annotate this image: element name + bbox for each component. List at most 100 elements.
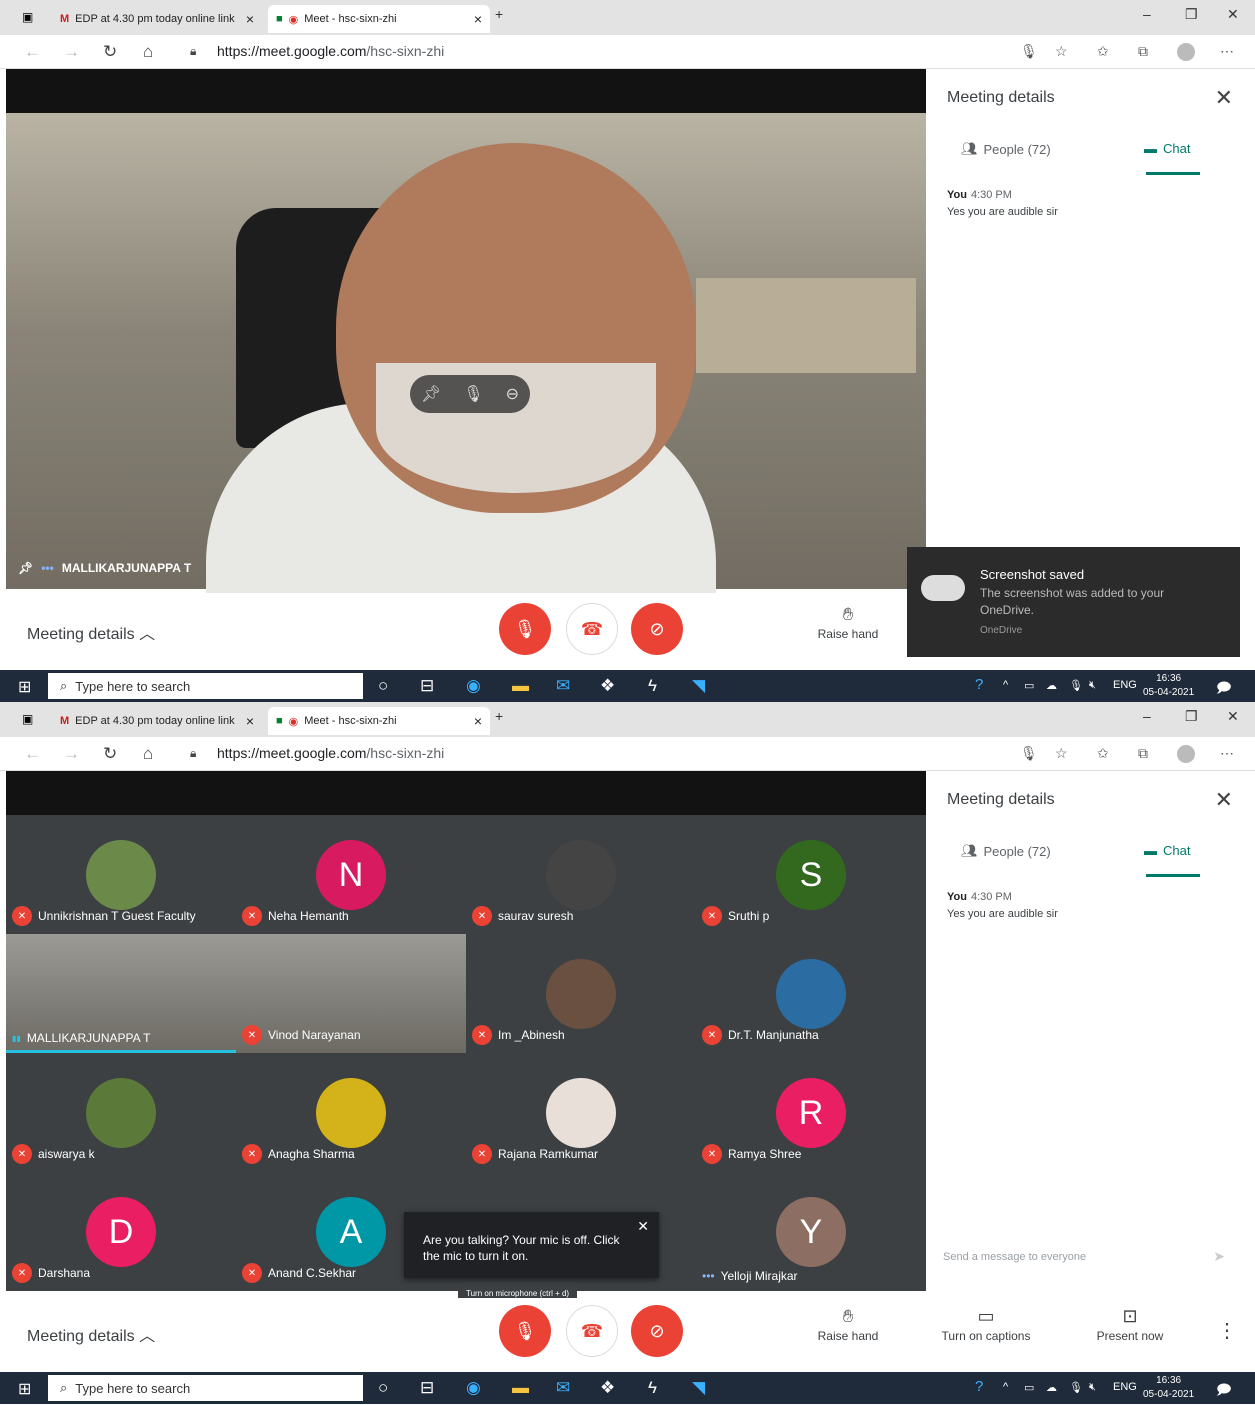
- raise-hand-button[interactable]: ✋︎ Raise hand: [793, 1306, 903, 1343]
- present-now-button[interactable]: ⊡ Present now: [1075, 1306, 1185, 1343]
- clock[interactable]: 16:36 05-04-2021: [1143, 1374, 1194, 1402]
- participant-tile[interactable]: R ✕ Ramya Shree: [696, 1053, 926, 1172]
- mic-off-button[interactable]: 🎙︎: [499, 1305, 551, 1357]
- reload-icon[interactable]: ↻: [103, 744, 117, 764]
- more-options-icon[interactable]: ⋮: [1172, 1318, 1255, 1343]
- mic-tray-icon[interactable]: 🎙︎: [1069, 679, 1083, 692]
- minimize-icon[interactable]: –: [1143, 6, 1151, 22]
- volume-icon[interactable]: 🔇︎: [1089, 1381, 1096, 1394]
- favorites-icon[interactable]: ✩: [1097, 745, 1109, 762]
- winamp-icon[interactable]: ϟ: [648, 676, 657, 696]
- task-view-icon[interactable]: ⊟: [420, 1378, 434, 1398]
- onedrive-tray-icon[interactable]: ☁: [1046, 679, 1057, 692]
- close-tab-icon[interactable]: ×: [246, 11, 254, 27]
- taskbar-search[interactable]: ⌕ Type here to search: [48, 1375, 363, 1401]
- profile-avatar[interactable]: [1177, 43, 1195, 61]
- tab-gmail[interactable]: M EDP at 4.30 pm today online link ×: [52, 5, 262, 33]
- favorites-icon[interactable]: ✩: [1097, 43, 1109, 60]
- new-tab-icon[interactable]: +: [495, 6, 503, 22]
- participant-tile[interactable]: ✕ Anagha Sharma: [236, 1053, 466, 1172]
- restore-icon[interactable]: ❐: [1185, 6, 1198, 23]
- remove-icon[interactable]: ⊖: [506, 384, 519, 404]
- mic-permission-icon[interactable]: 🎙︎: [1020, 745, 1038, 762]
- url-field[interactable]: https://meet.google.com/hsc-sixn-zhi: [217, 745, 444, 761]
- collections-icon[interactable]: ⧉: [1138, 745, 1148, 762]
- participant-tile[interactable]: Y ••• Yelloji Mirajkar: [696, 1172, 926, 1291]
- camera-off-button[interactable]: ⊘: [631, 603, 683, 655]
- volume-icon[interactable]: 🔇︎: [1089, 679, 1096, 692]
- url-field[interactable]: https://meet.google.com/hsc-sixn-zhi: [217, 43, 444, 59]
- notifications-icon[interactable]: 🗩︎: [1216, 677, 1232, 701]
- task-view-icon[interactable]: ⊟: [420, 676, 434, 696]
- screenshot-toast[interactable]: Screenshot saved The screenshot was adde…: [907, 547, 1240, 657]
- profile-avatar[interactable]: [1177, 745, 1195, 763]
- raise-hand-button[interactable]: ✋︎ Raise hand: [793, 604, 903, 641]
- participant-tile[interactable]: ✕ Vinod Narayanan: [236, 934, 466, 1053]
- close-panel-icon[interactable]: ✕: [1215, 787, 1233, 813]
- favorite-icon[interactable]: ☆: [1055, 745, 1068, 762]
- forward-icon[interactable]: →: [63, 42, 80, 62]
- language-indicator[interactable]: ENG: [1113, 1381, 1137, 1393]
- edge-icon[interactable]: ◉: [466, 1378, 481, 1398]
- app-icon[interactable]: ◥: [692, 1378, 705, 1398]
- mic-off-button[interactable]: 🎙︎: [499, 603, 551, 655]
- captions-button[interactable]: ▭ Turn on captions: [931, 1306, 1041, 1343]
- mic-tray-icon[interactable]: 🎙︎: [1069, 1381, 1083, 1394]
- help-icon[interactable]: ?: [975, 1378, 983, 1395]
- forward-icon[interactable]: →: [63, 744, 80, 764]
- close-window-icon[interactable]: ✕: [1227, 6, 1239, 23]
- mail-icon[interactable]: ✉: [556, 676, 570, 696]
- leave-call-button[interactable]: ☎︎: [566, 603, 618, 655]
- help-icon[interactable]: ?: [975, 676, 983, 693]
- edge-icon[interactable]: ◉: [466, 676, 481, 696]
- collections-icon[interactable]: ⧉: [1138, 43, 1148, 60]
- cortana-icon[interactable]: ○: [378, 1378, 388, 1398]
- camera-off-button[interactable]: ⊘: [631, 1305, 683, 1357]
- pin-icon[interactable]: 📌︎: [421, 384, 441, 404]
- tab-gmail[interactable]: M EDP at 4.30 pm today online link ×: [52, 707, 262, 735]
- send-icon[interactable]: ➤: [1213, 1248, 1225, 1265]
- participant-tile[interactable]: S ✕ Sruthi p: [696, 815, 926, 934]
- back-icon[interactable]: ←: [24, 744, 41, 764]
- leave-call-button[interactable]: ☎︎: [566, 1305, 618, 1357]
- notifications-icon[interactable]: 🗩︎: [1216, 1379, 1232, 1403]
- app-icon[interactable]: ◥: [692, 676, 705, 696]
- dropbox-icon[interactable]: ❖: [600, 1378, 615, 1398]
- tray-chevron-icon[interactable]: ^: [1003, 679, 1008, 691]
- mic-permission-icon[interactable]: 🎙︎: [1020, 43, 1038, 60]
- mute-participant-icon[interactable]: 🎙︎: [463, 384, 483, 404]
- meeting-details-button[interactable]: Meeting details ︿: [27, 620, 155, 644]
- reload-icon[interactable]: ↻: [103, 42, 117, 62]
- onedrive-tray-icon[interactable]: ☁: [1046, 1381, 1057, 1394]
- back-icon[interactable]: ←: [24, 42, 41, 62]
- taskbar-search[interactable]: ⌕ Type here to search: [48, 673, 363, 699]
- tab-actions-icon[interactable]: ▣: [22, 10, 33, 24]
- new-tab-icon[interactable]: +: [495, 708, 503, 724]
- more-icon[interactable]: ⋯: [1220, 43, 1234, 60]
- restore-icon[interactable]: ❐: [1185, 708, 1198, 725]
- tab-meet[interactable]: ■ ◉ Meet - hsc-sixn-zhi ×: [268, 5, 490, 33]
- close-panel-icon[interactable]: ✕: [1215, 85, 1233, 111]
- mail-icon[interactable]: ✉: [556, 1378, 570, 1398]
- participant-tile[interactable]: ✕ Im _Abinesh: [466, 934, 696, 1053]
- home-icon[interactable]: ⌂: [143, 42, 153, 62]
- participant-tile[interactable]: ✕ Dr.T. Manjunatha: [696, 934, 926, 1053]
- participant-tile[interactable]: ✕ Unnikrishnan T Guest Faculty: [6, 815, 236, 934]
- participant-tile[interactable]: N ✕ Neha Hemanth: [236, 815, 466, 934]
- tab-chat[interactable]: ▬ Chat: [1144, 141, 1190, 156]
- cortana-icon[interactable]: ○: [378, 676, 388, 696]
- tab-people[interactable]: 👥︎ People (72): [961, 141, 1051, 157]
- tab-meet[interactable]: ■ ◉ Meet - hsc-sixn-zhi ×: [268, 707, 490, 735]
- windows-start-icon[interactable]: ⊞: [18, 1379, 31, 1399]
- close-tab-icon[interactable]: ×: [474, 713, 482, 729]
- participant-tile[interactable]: ▮▮ MALLIKARJUNAPPA T: [6, 934, 236, 1053]
- language-indicator[interactable]: ENG: [1113, 679, 1137, 691]
- participant-tile[interactable]: ✕ saurav suresh: [466, 815, 696, 934]
- home-icon[interactable]: ⌂: [143, 744, 153, 764]
- close-tooltip-icon[interactable]: ✕: [637, 1218, 649, 1234]
- participant-tile[interactable]: ✕ Rajana Ramkumar: [466, 1053, 696, 1172]
- clock[interactable]: 16:36 05-04-2021: [1143, 672, 1194, 700]
- more-icon[interactable]: ⋯: [1220, 745, 1234, 762]
- tab-people[interactable]: 👥︎ People (72): [961, 843, 1051, 859]
- minimize-icon[interactable]: –: [1143, 708, 1151, 724]
